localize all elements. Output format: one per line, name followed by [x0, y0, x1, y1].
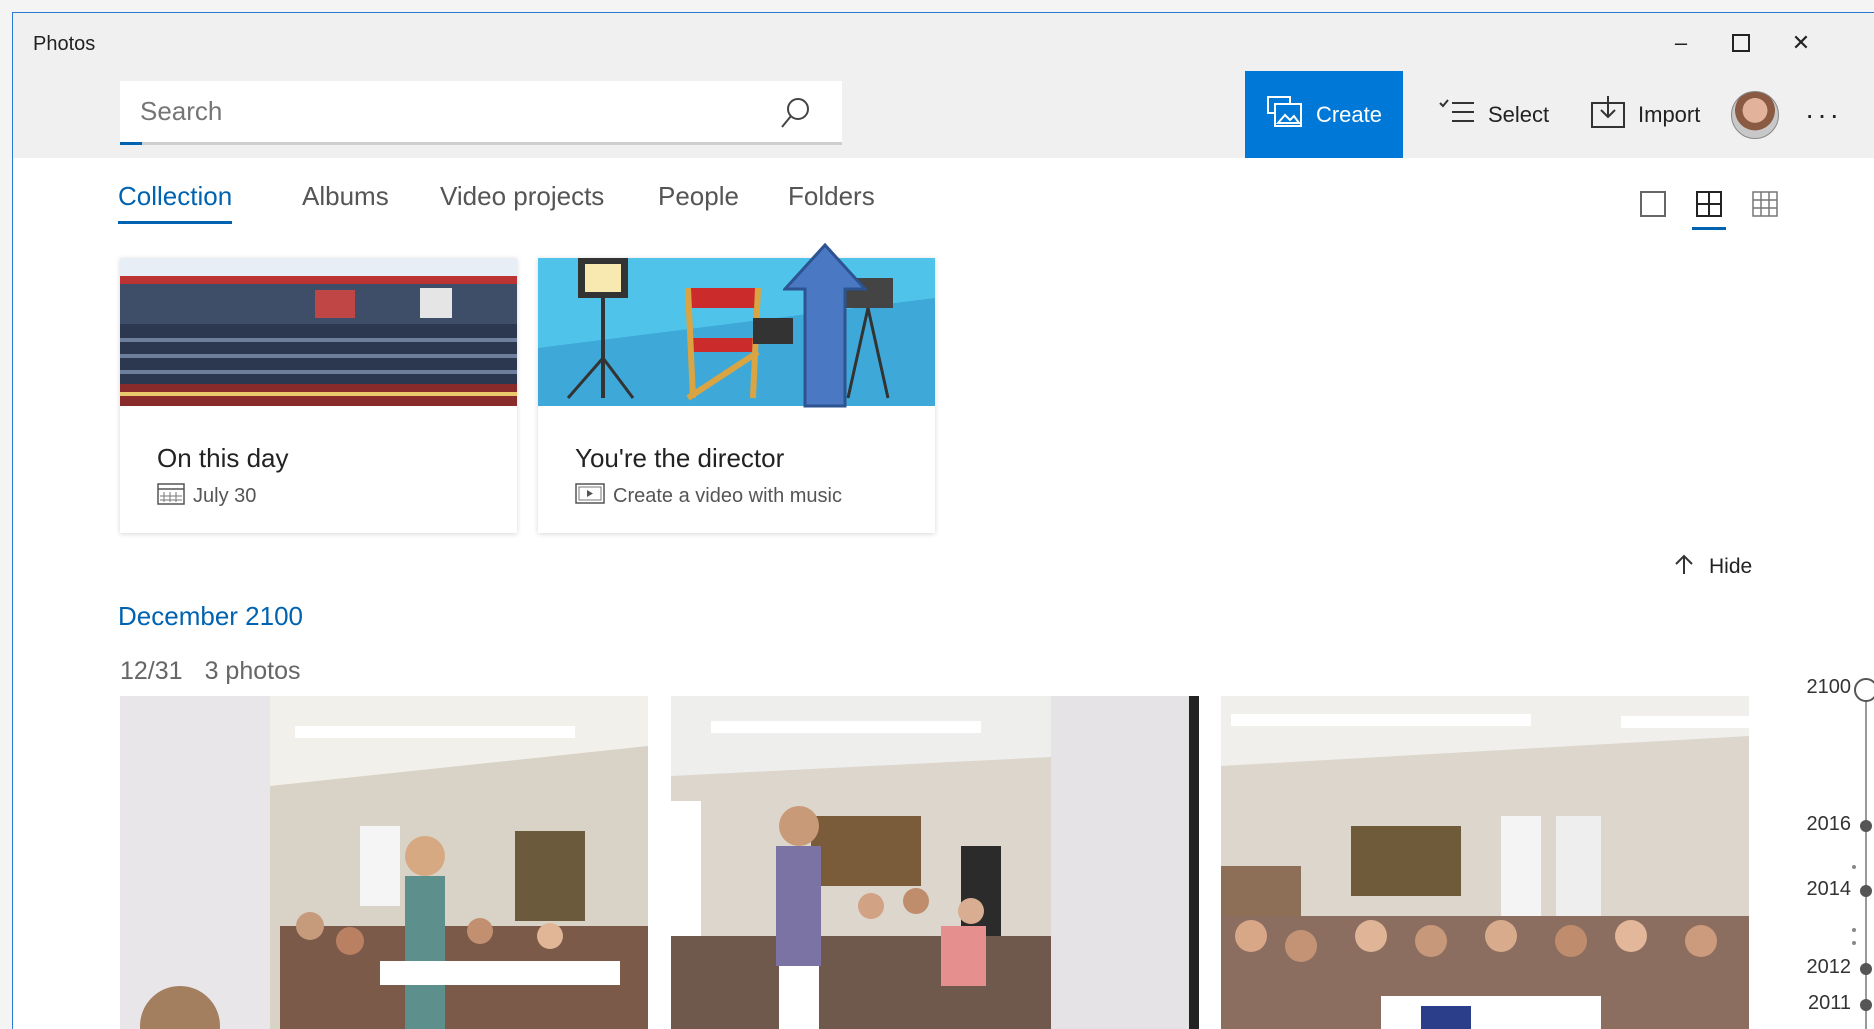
timeline-year[interactable]: 2016 — [1807, 813, 1852, 836]
select-list-icon — [1438, 97, 1476, 133]
import-icon — [1590, 95, 1626, 135]
card-title: You're the director — [575, 443, 785, 473]
timeline-tick — [1852, 941, 1856, 945]
account-avatar[interactable] — [1731, 91, 1779, 139]
title-bar: Photos – ✕ Create — [13, 13, 1874, 158]
video-icon — [575, 481, 605, 511]
select-button[interactable]: Select — [1438, 71, 1549, 158]
hide-label: Hide — [1709, 555, 1753, 578]
card-subtitle: July 30 — [157, 481, 256, 511]
maximize-button[interactable] — [1711, 25, 1771, 61]
select-label: Select — [1488, 101, 1550, 127]
calendar-icon — [157, 481, 185, 511]
minimize-button[interactable]: – — [1651, 25, 1711, 61]
timeline-marker[interactable] — [1860, 820, 1872, 832]
card-subtitle: Create a video with music — [575, 481, 842, 511]
tab-collection[interactable]: Collection — [118, 181, 233, 224]
timeline-year[interactable]: 2012 — [1807, 956, 1852, 979]
large-view-icon[interactable] — [1640, 191, 1666, 222]
timeline-year[interactable]: 2011 — [1808, 992, 1851, 1015]
arrow-up-icon — [1673, 553, 1695, 581]
create-icon — [1266, 95, 1304, 135]
timeline-marker[interactable] — [1860, 999, 1872, 1011]
timeline-track — [1865, 690, 1867, 1029]
tab-video-projects[interactable]: Video projects — [440, 181, 604, 212]
timeline-tick — [1852, 865, 1856, 869]
photo-thumbnail[interactable] — [120, 696, 648, 1029]
create-label: Create — [1315, 101, 1383, 127]
photo-thumbnail[interactable] — [671, 696, 1199, 1029]
import-label: Import — [1638, 101, 1701, 127]
timeline-marker[interactable] — [1860, 885, 1872, 897]
card-date: July 30 — [193, 484, 257, 507]
stadium-thumbnail — [120, 258, 517, 406]
card-title: On this day — [157, 443, 289, 473]
small-view-icon[interactable] — [1752, 191, 1778, 222]
maximize-icon — [1732, 34, 1750, 52]
timeline-current-marker[interactable] — [1854, 678, 1874, 702]
search-icon[interactable] — [778, 95, 814, 136]
director-thumbnail — [538, 258, 935, 406]
photos-app-window: Photos – ✕ Create — [12, 12, 1874, 1029]
hide-button[interactable]: Hide — [1673, 553, 1752, 581]
timeline-scrubber[interactable]: 2100 2016 2014 2012 2011 — [1783, 676, 1874, 1029]
more-options-button[interactable]: ··· — [1805, 99, 1842, 131]
import-button[interactable]: Import — [1590, 71, 1700, 158]
search-box[interactable] — [120, 81, 842, 145]
app-title: Photos — [33, 33, 96, 55]
timeline-marker[interactable] — [1860, 963, 1872, 975]
timeline-year[interactable]: 2100 — [1807, 676, 1852, 699]
card-description: Create a video with music — [613, 484, 842, 507]
search-focus-accent — [120, 142, 142, 145]
video-director-card[interactable]: You're the director Create a video with … — [538, 258, 935, 533]
month-heading[interactable]: December 2100 — [118, 601, 303, 632]
search-input[interactable] — [120, 81, 742, 141]
day-heading: 12/31 3 photos — [120, 657, 300, 686]
photo-count: 3 photos — [204, 657, 301, 685]
tab-people[interactable]: People — [658, 181, 739, 212]
annotation-arrow-up — [781, 242, 869, 413]
medium-view-icon[interactable] — [1692, 191, 1726, 230]
day-date: 12/31 — [120, 657, 183, 685]
timeline-year[interactable]: 2014 — [1807, 878, 1852, 901]
photo-thumbnail[interactable] — [1221, 696, 1749, 1029]
create-button[interactable]: Create — [1245, 71, 1403, 158]
timeline-tick — [1852, 928, 1856, 932]
on-this-day-card[interactable]: On this day July 30 — [120, 258, 517, 533]
tab-folders[interactable]: Folders — [788, 181, 875, 212]
tab-albums[interactable]: Albums — [302, 181, 389, 212]
close-button[interactable]: ✕ — [1771, 25, 1831, 61]
